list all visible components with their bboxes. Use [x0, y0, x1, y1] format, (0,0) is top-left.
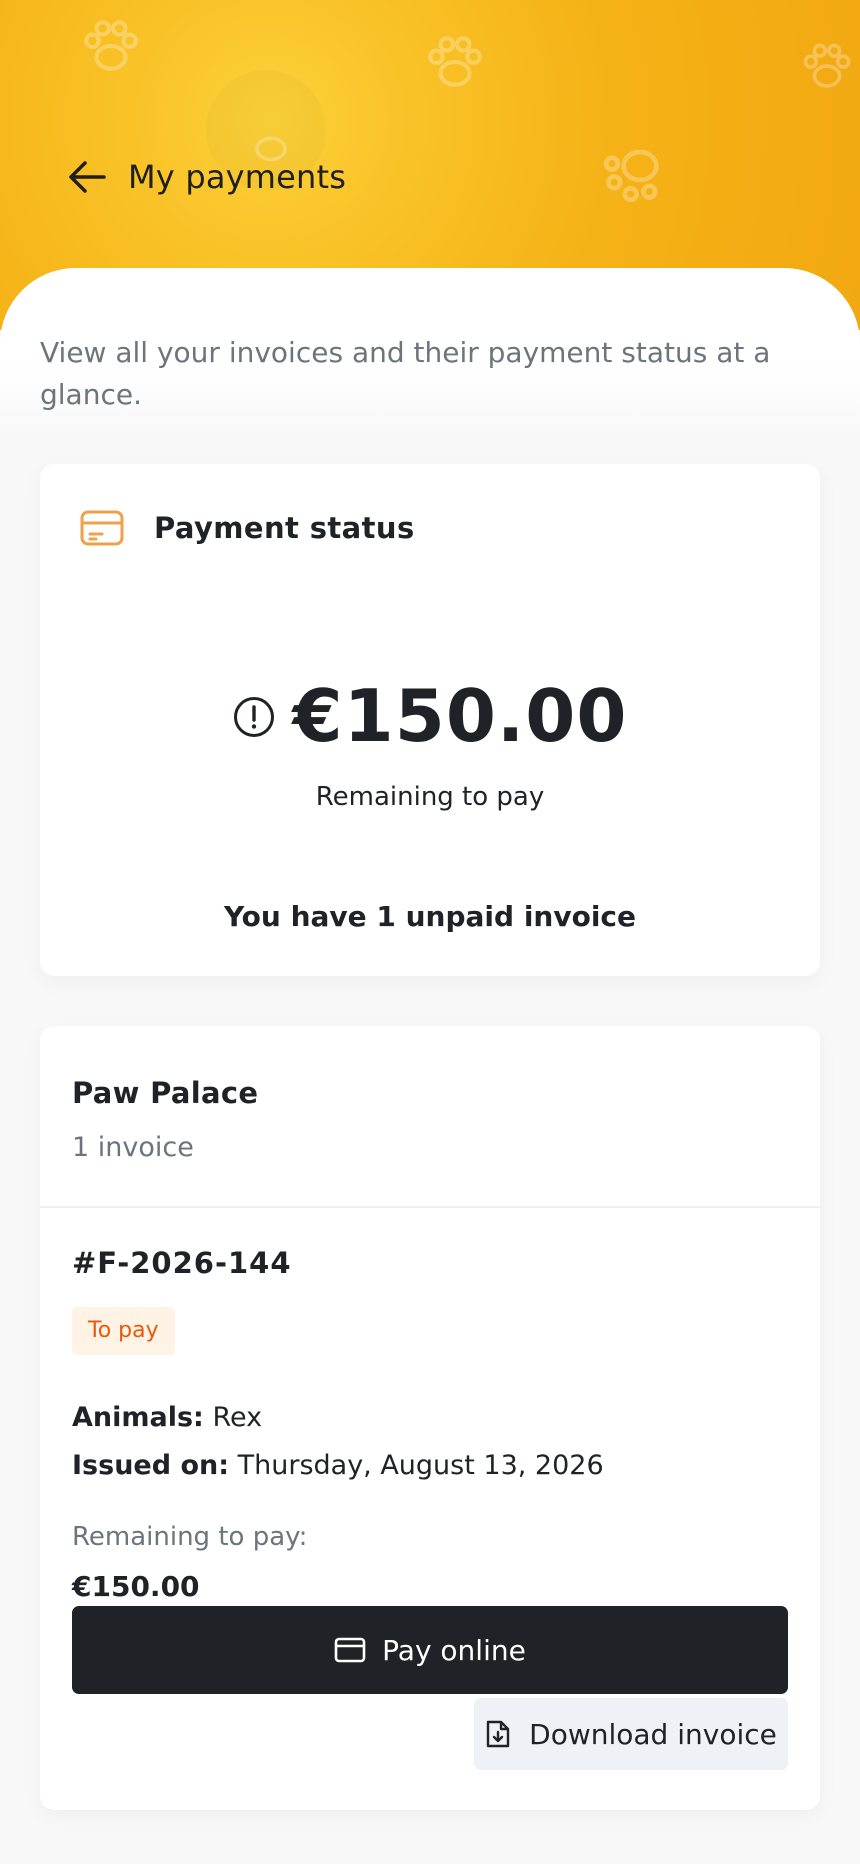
- payment-status-card: Payment status €150.00 Remaining to pay …: [40, 464, 820, 976]
- issued-value: Thursday, August 13, 2026: [237, 1450, 604, 1481]
- payment-status-title: Payment status: [154, 511, 415, 545]
- pay-online-button[interactable]: Pay online: [72, 1606, 788, 1694]
- remaining-amount-label: Remaining to pay: [315, 782, 545, 812]
- intro-text: View all your invoices and their payment…: [40, 336, 771, 411]
- unpaid-invoice-summary: You have 1 unpaid invoice: [223, 900, 637, 933]
- animals-value: Rex: [212, 1402, 263, 1433]
- paw-print-icon: [603, 149, 659, 203]
- clinic-invoices-card: Paw Palace 1 invoice #F-2026-144 To pay …: [40, 1026, 820, 1810]
- file-download-icon: [486, 1720, 510, 1748]
- page-title: My payments: [128, 158, 347, 196]
- download-invoice-label: Download invoice: [529, 1717, 777, 1751]
- paw-print-icon: [428, 36, 482, 87]
- status-badge: To pay: [72, 1307, 175, 1355]
- remaining-amount: €150.00: [292, 674, 628, 758]
- download-invoice-button[interactable]: Download invoice: [474, 1698, 788, 1770]
- arrow-left-icon: [69, 161, 106, 193]
- content-sheet: View all your invoices and their payment…: [0, 268, 860, 1864]
- payment-status-header: Payment status: [80, 510, 415, 546]
- credit-card-icon: [80, 510, 124, 546]
- clinic-name: Paw Palace: [72, 1076, 259, 1110]
- invoice-number: #F-2026-144: [72, 1246, 292, 1280]
- invoice-animals: Animals: Rex: [72, 1402, 262, 1433]
- paw-print-icon: [84, 20, 138, 71]
- invoice-remaining-label: Remaining to pay:: [72, 1522, 308, 1552]
- animals-label: Animals:: [72, 1402, 204, 1433]
- invoice-remaining-value: €150.00: [72, 1570, 200, 1603]
- credit-card-icon: [334, 1637, 366, 1663]
- back-button[interactable]: [64, 154, 110, 200]
- pay-online-label: Pay online: [382, 1633, 526, 1667]
- paw-print-icon: [803, 43, 851, 88]
- invoice-issued-date: Issued on: Thursday, August 13, 2026: [72, 1450, 604, 1481]
- issued-label: Issued on:: [72, 1450, 230, 1481]
- divider: [40, 1206, 820, 1208]
- amount-row: €150.00: [40, 674, 820, 758]
- alert-circle-icon: [233, 697, 274, 737]
- clinic-invoice-count: 1 invoice: [72, 1132, 194, 1163]
